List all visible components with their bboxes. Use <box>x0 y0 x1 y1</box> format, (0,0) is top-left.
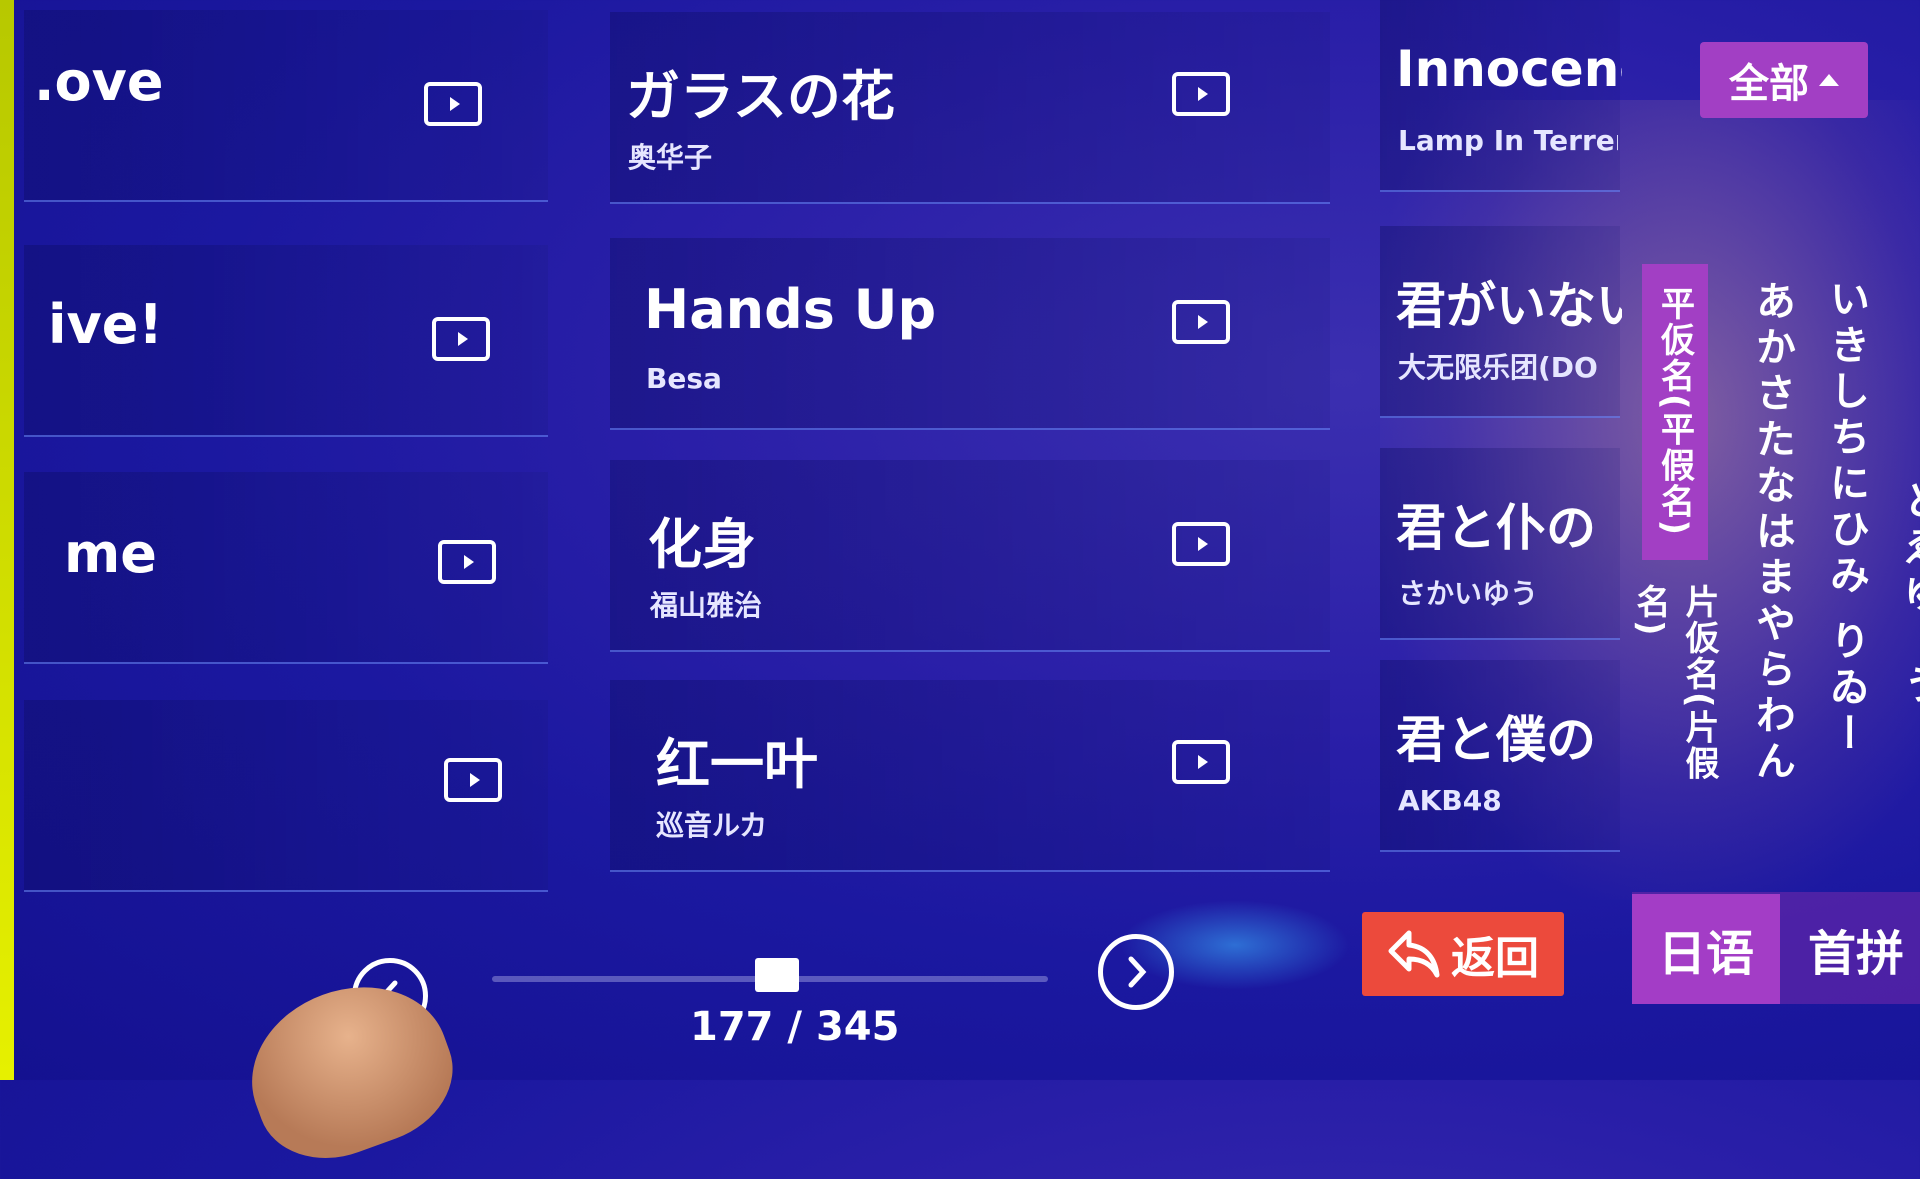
song-artist: Lamp In Terren <box>1398 124 1618 157</box>
song-card[interactable]: 君と仆の さかいゆう <box>1380 448 1620 640</box>
slider-thumb[interactable] <box>754 958 799 992</box>
user-finger <box>228 960 472 1179</box>
song-title: Hands Up <box>644 278 937 341</box>
song-artist: 福山雅治 <box>650 589 763 622</box>
song-artist: 巡音ルカ <box>656 809 768 842</box>
song-card[interactable]: 红一叶 巡音ルカ <box>610 680 1330 872</box>
song-title: 君と僕の <box>1396 711 1596 769</box>
kana-index-column[interactable]: とゑゆーう <box>1897 480 1920 710</box>
song-title: 君がいない <box>1396 277 1622 335</box>
song-artist: 奥华子 <box>628 141 713 174</box>
song-artist: さかいゆう <box>1398 577 1539 610</box>
song-card[interactable]: ガラスの花 奥华子 <box>610 12 1330 204</box>
back-label: 返回 <box>1451 933 1539 984</box>
tab-japanese[interactable]: 日语 <box>1632 894 1780 1004</box>
filter-all-button[interactable]: 全部 <box>1700 42 1868 118</box>
song-card[interactable]: 化身 福山雅治 <box>610 460 1330 652</box>
song-card[interactable]: Hands Up Besa <box>610 238 1330 430</box>
next-page-button[interactable] <box>1098 934 1174 1010</box>
tab-pinyin[interactable]: 首拼 <box>1780 894 1920 1004</box>
song-title: 化身 <box>648 513 756 576</box>
song-artist: Besa <box>646 362 722 395</box>
screen-edge <box>0 0 14 1080</box>
play-icon[interactable] <box>1172 300 1230 344</box>
play-icon[interactable] <box>444 758 502 802</box>
song-artist: 大无限乐团(DO <box>1398 351 1598 384</box>
song-title: ガラスの花 <box>626 65 895 128</box>
filter-label: 全部 <box>1729 61 1809 107</box>
song-title: 红一叶 <box>656 733 818 796</box>
return-arrow-icon <box>1388 930 1440 978</box>
song-card[interactable]: 君がいない 大无限乐团(DO <box>1380 226 1622 418</box>
page-counter: 177 / 345 <box>690 1004 900 1050</box>
song-card[interactable]: 君と僕の AKB48 <box>1380 660 1620 852</box>
song-artist: AKB48 <box>1398 784 1502 817</box>
song-card[interactable]: Innocenc Lamp In Terren <box>1380 0 1622 192</box>
song-title: .ove <box>34 50 164 113</box>
caret-up-icon <box>1819 74 1839 86</box>
kana-index-column[interactable]: あかさたなはまやらわん <box>1749 280 1795 786</box>
play-icon[interactable] <box>432 317 490 361</box>
play-icon[interactable] <box>1172 740 1230 784</box>
page-slider[interactable] <box>492 958 1048 992</box>
tab-katakana[interactable]: 片仮名(片假名) <box>1630 584 1719 834</box>
kana-index-column[interactable]: いきしちにひみ りゐー <box>1823 278 1869 758</box>
song-title: Innocenc <box>1396 40 1622 98</box>
song-card[interactable]: .ove <box>24 10 548 202</box>
chevron-right-icon <box>1128 956 1147 988</box>
play-icon[interactable] <box>438 540 496 584</box>
play-icon[interactable] <box>424 82 482 126</box>
song-title: me <box>64 522 157 585</box>
song-card[interactable]: me <box>24 472 548 664</box>
song-card[interactable] <box>24 700 548 892</box>
song-card[interactable]: ive! <box>24 245 548 437</box>
song-title: ive! <box>48 293 163 356</box>
song-title: 君と仆の <box>1396 499 1596 557</box>
back-button[interactable]: 返回 <box>1362 912 1564 996</box>
tab-hiragana[interactable]: 平仮名(平假名) <box>1642 264 1708 560</box>
play-icon[interactable] <box>1172 72 1230 116</box>
play-icon[interactable] <box>1172 522 1230 566</box>
